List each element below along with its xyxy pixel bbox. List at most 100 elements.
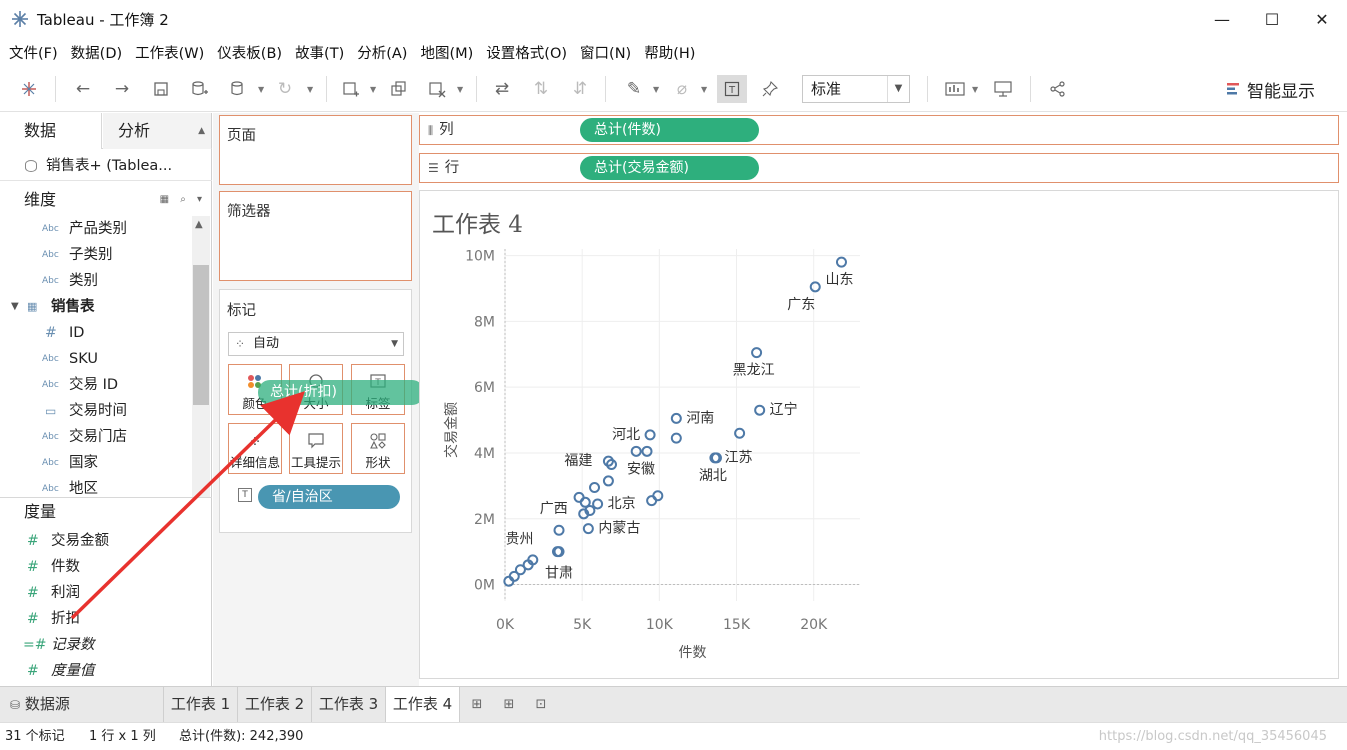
data-point xyxy=(582,523,594,535)
menu-window[interactable]: 窗口(N) xyxy=(575,42,636,63)
save-icon[interactable] xyxy=(146,75,176,103)
share-icon[interactable] xyxy=(1043,75,1073,103)
pages-shelf[interactable]: 页面 xyxy=(219,115,412,185)
field-discount[interactable]: # 折扣 xyxy=(0,606,192,632)
show-me-button[interactable]: 智能显示 xyxy=(1226,77,1315,102)
scroll-up-icon[interactable]: ▲ xyxy=(195,219,203,230)
highlight-icon[interactable]: ✎ xyxy=(619,75,649,103)
worksheet-view[interactable]: 工作表 4 0M 2M 4M 6M 8M 10M 0K 5K 10K 15K 20K 件数 交易金额 山东… xyxy=(419,190,1339,679)
menu-data[interactable]: 数据(D) xyxy=(66,42,127,63)
menu-file[interactable]: 文件(F) xyxy=(4,42,63,63)
datasource-item[interactable]: 销售表+ (Tablea... xyxy=(0,151,212,181)
menu-map[interactable]: 地图(M) xyxy=(415,42,478,63)
chevron-down-icon[interactable]: ▼ xyxy=(457,85,465,94)
field-country[interactable]: Abc 国家 xyxy=(0,450,192,476)
menu-format[interactable]: 设置格式(O) xyxy=(481,42,572,63)
y-tick-label: 2M xyxy=(474,512,495,528)
detail-button[interactable]: ⁘ 详细信息 xyxy=(228,423,282,474)
tab-data[interactable]: 数据 xyxy=(0,113,102,149)
tab-sheet-1[interactable]: 工作表 1 xyxy=(164,687,238,722)
duplicate-sheet-icon[interactable] xyxy=(384,75,414,103)
mark-type-select[interactable]: ⁘ 自动 ▼ xyxy=(228,332,404,356)
minimize-button[interactable]: — xyxy=(1197,0,1247,38)
field-transaction-id[interactable]: Abc 交易 ID xyxy=(0,372,192,398)
status-marks: 31 个标记 xyxy=(5,729,65,744)
menu-dashboard[interactable]: 仪表板(B) xyxy=(212,42,287,63)
field-sku[interactable]: Abc SKU xyxy=(0,346,192,372)
table-folder-sales[interactable]: ▼ ▦ 销售表 xyxy=(0,294,192,320)
chevron-down-icon[interactable]: ▼ xyxy=(370,85,378,94)
tab-datasource[interactable]: ⛁ 数据源 xyxy=(0,687,164,722)
group-members-icon[interactable]: ⌀ xyxy=(667,75,697,103)
chevron-down-icon[interactable]: ▼ xyxy=(653,85,661,94)
field-transaction-time[interactable]: ▭ 交易时间 xyxy=(0,398,192,424)
pin-axes-icon[interactable] xyxy=(755,75,785,103)
columns-shelf[interactable]: ⫼ 列 总计(件数) xyxy=(419,115,1339,145)
rows-pill-amount[interactable]: 总计(交易金额) xyxy=(580,156,759,180)
refresh-icon[interactable]: ↻ xyxy=(270,75,300,103)
field-profit[interactable]: # 利润 xyxy=(0,580,192,606)
new-worksheet-icon[interactable]: ⊞ xyxy=(467,695,487,715)
x-tick-label: 20K xyxy=(800,617,828,633)
field-store[interactable]: Abc 交易门店 xyxy=(0,424,192,450)
show-cards-icon[interactable] xyxy=(940,75,970,103)
fit-select[interactable]: 标准 ▼ xyxy=(802,75,910,103)
field-product-category[interactable]: Abc 产品类别 xyxy=(0,216,192,242)
field-transaction-amount[interactable]: # 交易金额 xyxy=(0,528,192,554)
data-point xyxy=(553,524,565,536)
chevron-down-icon[interactable]: ▼ xyxy=(701,85,709,94)
chevron-down-icon[interactable]: ▼ xyxy=(391,333,398,355)
chevron-down-icon[interactable]: ▼ xyxy=(972,85,980,94)
chevron-up-down-icon[interactable]: ▲ xyxy=(198,113,205,149)
province-label-pill[interactable]: 省/自治区 xyxy=(258,485,400,509)
new-worksheet-icon[interactable] xyxy=(336,75,366,103)
presentation-mode-icon[interactable] xyxy=(988,75,1018,103)
undo-icon[interactable]: ← xyxy=(68,75,98,103)
filters-shelf[interactable]: 筛选器 xyxy=(219,191,412,281)
chevron-down-icon[interactable]: ▼ xyxy=(258,85,266,94)
sort-ascending-icon[interactable]: ⇅ xyxy=(526,75,556,103)
field-measure-values[interactable]: # 度量值 xyxy=(0,658,192,684)
tableau-logo-icon xyxy=(9,8,31,30)
field-quantity[interactable]: # 件数 xyxy=(0,554,192,580)
maximize-button[interactable]: ☐ xyxy=(1247,0,1297,38)
tooltip-button[interactable]: 工具提示 xyxy=(289,423,343,474)
chevron-down-icon[interactable]: ▼ xyxy=(307,85,315,94)
sort-descending-icon[interactable]: ⇵ xyxy=(565,75,595,103)
close-button[interactable]: ✕ xyxy=(1297,0,1347,38)
tab-analysis[interactable]: 分析 ▲ xyxy=(103,113,211,149)
field-category[interactable]: Abc 类别 xyxy=(0,268,192,294)
new-datasource-icon[interactable] xyxy=(185,75,215,103)
show-mark-labels-icon[interactable]: T xyxy=(717,75,747,103)
shape-button[interactable]: 形状 xyxy=(351,423,405,474)
scatter-chart[interactable]: 0M 2M 4M 6M 8M 10M 0K 5K 10K 15K 20K 件数 交易金额 山东广东黑龙江辽… xyxy=(420,191,1338,678)
new-story-icon[interactable]: ⊡ xyxy=(531,695,551,715)
detail-icon: ⁘ xyxy=(248,432,262,451)
menu-analysis[interactable]: 分析(A) xyxy=(352,42,412,63)
status-bar: 31 个标记 1 行 x 1 列 总计(件数): 242,390 https:/… xyxy=(0,722,1347,750)
tab-sheet-4[interactable]: 工作表 4 xyxy=(386,687,460,722)
dragging-discount-pill[interactable]: 总计(折扣) xyxy=(258,380,424,405)
field-id[interactable]: # ID xyxy=(0,320,192,346)
tab-sheet-2[interactable]: 工作表 2 xyxy=(238,687,312,722)
data-point xyxy=(602,475,614,487)
swap-rows-columns-icon[interactable]: ⇄ xyxy=(487,75,517,103)
chevron-down-icon[interactable]: ▼ xyxy=(887,76,909,102)
tab-sheet-3[interactable]: 工作表 3 xyxy=(312,687,386,722)
field-record-count[interactable]: =# 记录数 xyxy=(0,632,192,658)
search-icon[interactable]: ▦ ⌕ ▾ xyxy=(160,187,206,213)
clear-sheet-icon[interactable] xyxy=(422,75,452,103)
rows-shelf[interactable]: ☰ 行 总计(交易金额) xyxy=(419,153,1339,183)
redo-icon[interactable]: → xyxy=(107,75,137,103)
new-dashboard-icon[interactable]: ⊞ xyxy=(499,695,519,715)
show-me-label: 智能显示 xyxy=(1247,81,1315,102)
data-label: 广西 xyxy=(540,501,568,517)
columns-pill-quantity[interactable]: 总计(件数) xyxy=(580,118,759,142)
dimensions-scrollbar-thumb[interactable] xyxy=(193,265,209,405)
menu-story[interactable]: 故事(T) xyxy=(290,42,349,63)
field-subcategory[interactable]: Abc 子类别 xyxy=(0,242,192,268)
pause-updates-icon[interactable] xyxy=(224,75,254,103)
menu-worksheet[interactable]: 工作表(W) xyxy=(130,42,209,63)
menu-help[interactable]: 帮助(H) xyxy=(639,42,700,63)
tableau-home-icon[interactable] xyxy=(14,75,44,103)
